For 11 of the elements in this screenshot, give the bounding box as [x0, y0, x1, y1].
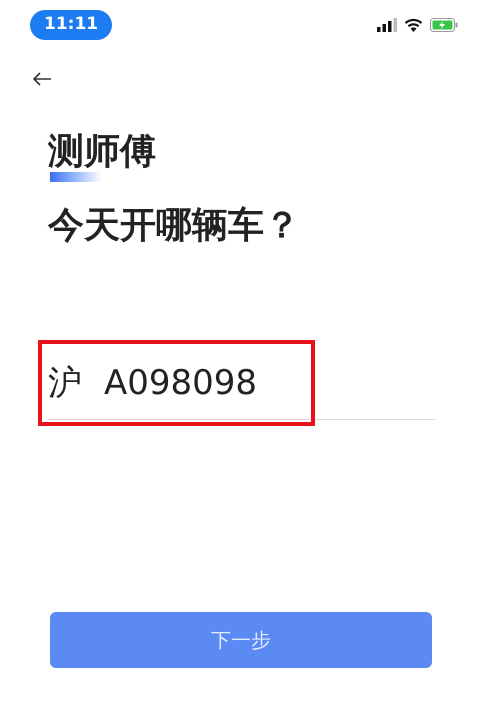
status-time: 11:11	[30, 10, 112, 40]
battery-charging-icon	[430, 18, 458, 32]
signal-icon	[377, 18, 397, 32]
plate-number: A098098	[104, 362, 258, 405]
underline-accent	[50, 172, 102, 182]
plate-input-field[interactable]: 沪 A098098	[48, 358, 435, 420]
greeting-question: 今天开哪辆车？	[48, 204, 301, 248]
greeting-name: 测师傅	[48, 130, 157, 174]
back-arrow-icon[interactable]	[32, 72, 52, 86]
region-selector[interactable]: 沪	[48, 358, 82, 409]
wifi-icon	[404, 18, 423, 32]
